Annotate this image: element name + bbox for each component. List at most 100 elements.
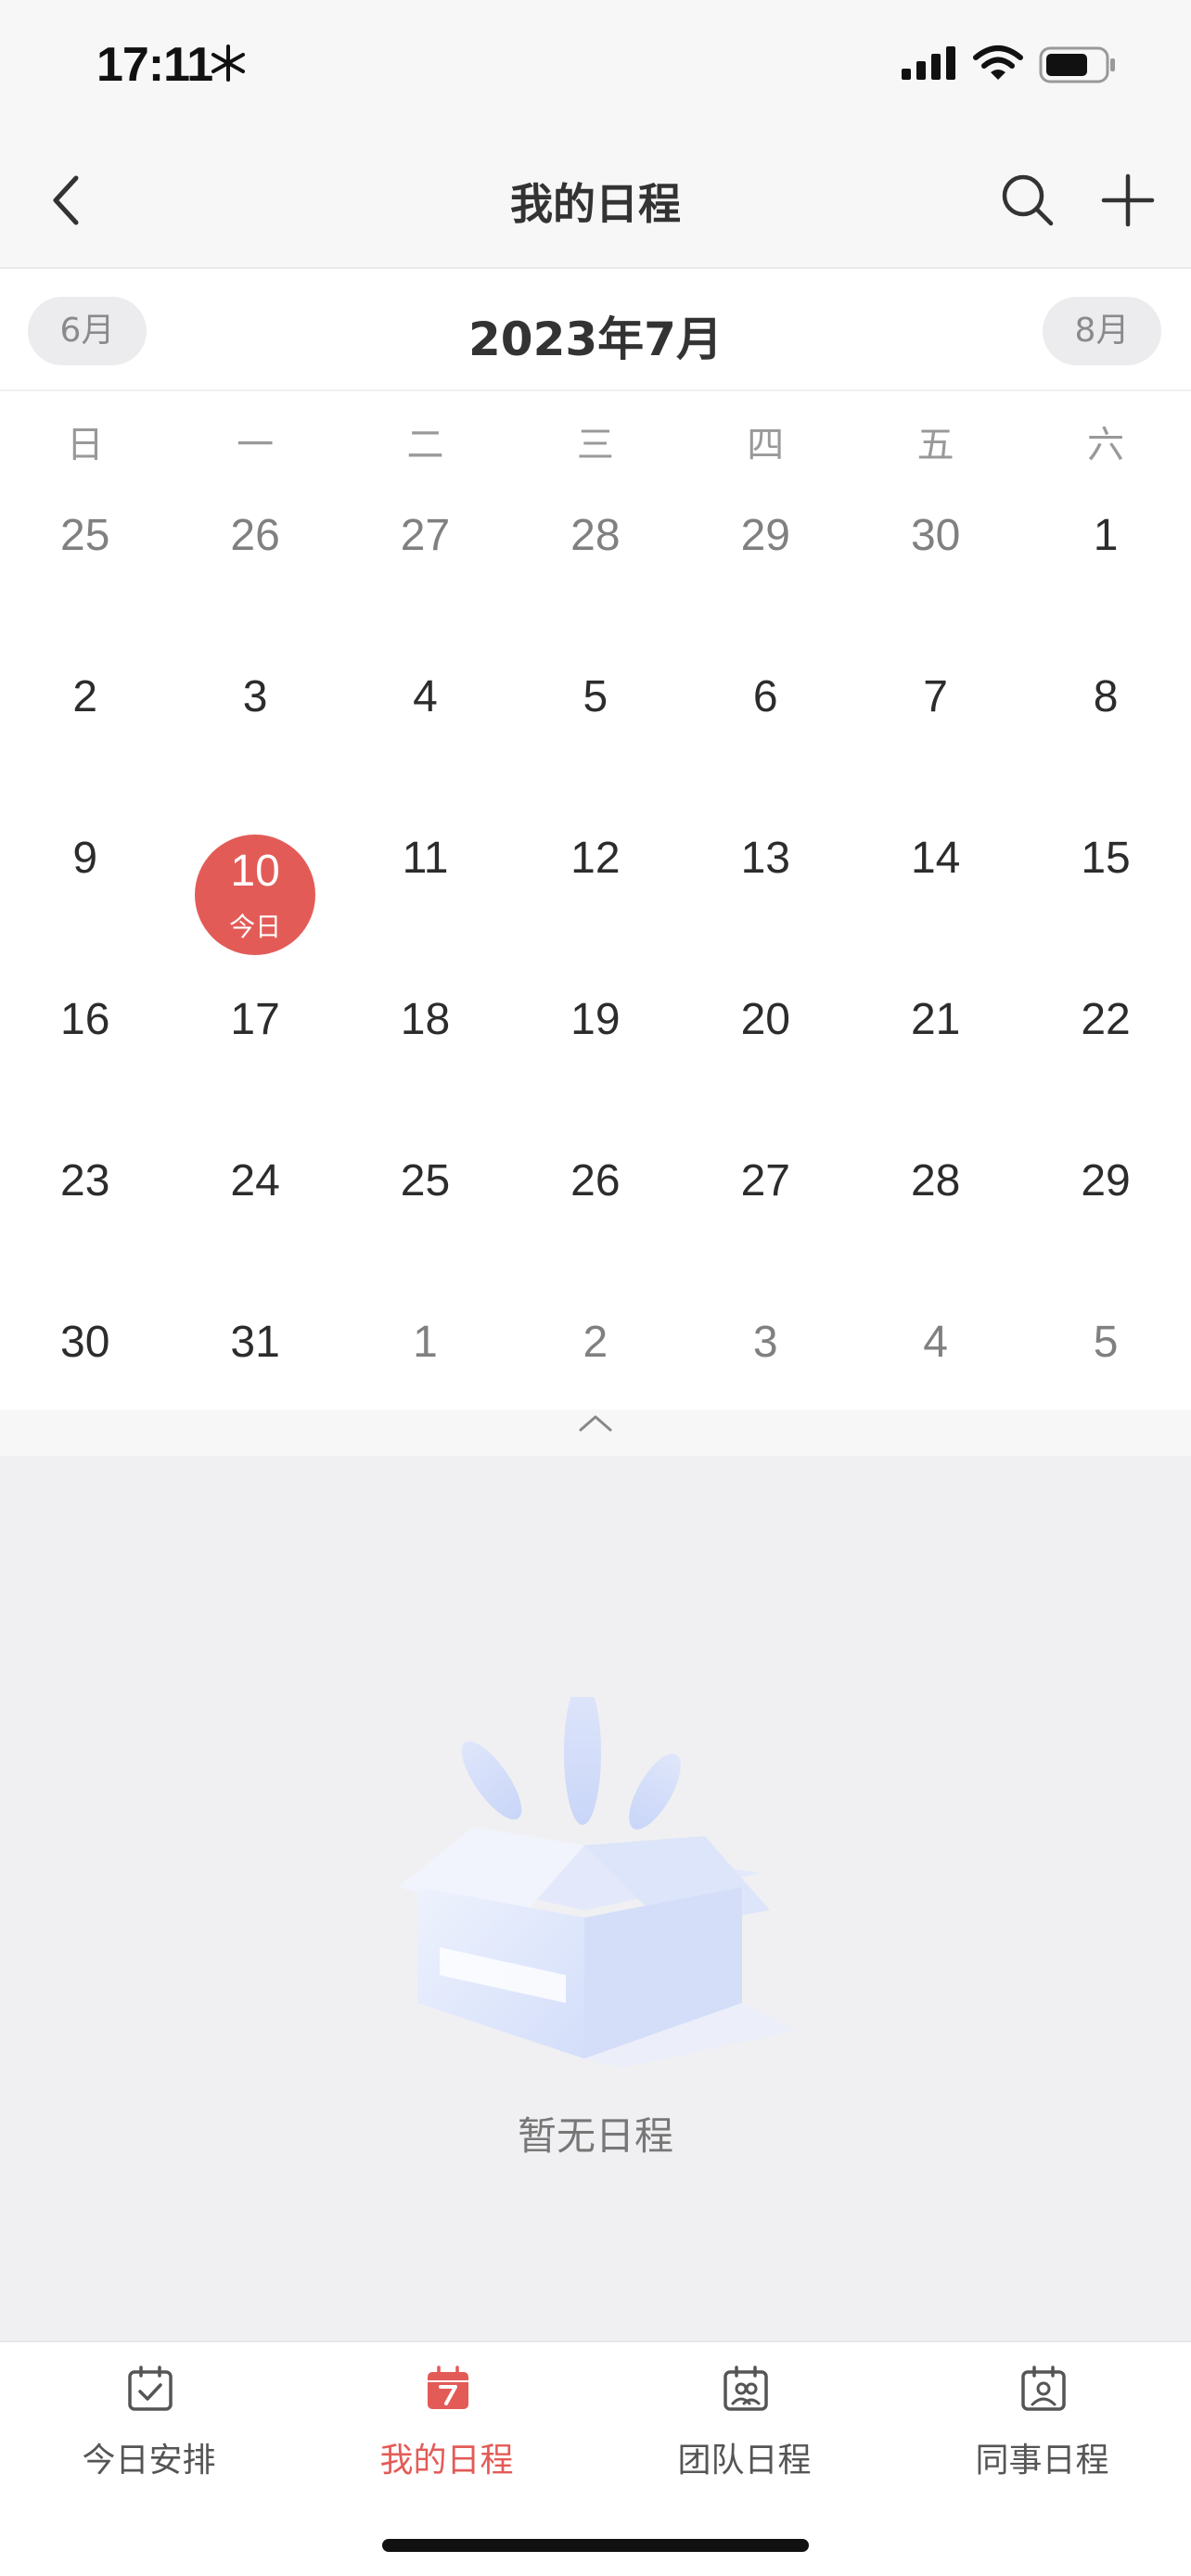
calendar-day[interactable]: 12 [510, 814, 680, 976]
calendar-day[interactable]: 21 [851, 976, 1020, 1137]
calendar-week-row: 2 3 4 5 6 7 8 [0, 653, 1191, 814]
tab-colleague-schedule[interactable]: 同事日程 [893, 2353, 1191, 2483]
month-title: 2023年7月 [468, 312, 723, 366]
calendar-day[interactable]: 7 [851, 653, 1020, 814]
calendar-day[interactable]: 26 [510, 1137, 680, 1298]
day-number: 4 [413, 672, 438, 721]
calendar-day[interactable]: 19 [510, 976, 680, 1137]
day-number: 14 [910, 834, 961, 883]
calendar-day[interactable]: 29 [1020, 1137, 1190, 1298]
calendar-day[interactable]: 26 [170, 491, 339, 653]
day-number: 3 [242, 672, 268, 721]
calendar-day[interactable]: 15 [1020, 814, 1190, 976]
day-number: 27 [740, 1156, 790, 1205]
day-number: 20 [740, 995, 790, 1044]
tab-label: 同事日程 [975, 2442, 1109, 2480]
calendar-week-row: 25 26 27 28 29 30 1 [0, 491, 1191, 653]
battery-icon [1039, 46, 1115, 83]
calendar-day[interactable]: 4 [340, 653, 510, 814]
day-number: 2 [72, 672, 98, 721]
day-number: 28 [910, 1156, 961, 1205]
chevron-up-icon[interactable] [577, 1409, 614, 1437]
day-number: 29 [740, 511, 790, 560]
tab-label: 团队日程 [677, 2442, 812, 2480]
day-number: 24 [230, 1156, 280, 1205]
day-number: 28 [570, 511, 621, 560]
calendar-day[interactable]: 27 [681, 1137, 851, 1298]
calendar-day[interactable]: 5 [510, 653, 680, 814]
day-number: 22 [1081, 995, 1131, 1044]
day-number: 11 [402, 834, 449, 883]
calendar-day[interactable]: 11 [340, 814, 510, 976]
calendar-day[interactable]: 16 [0, 976, 170, 1137]
tab-my-schedule[interactable]: 我的日程 [298, 2353, 596, 2483]
weekday-label: 六 [1087, 424, 1125, 466]
calendar-day[interactable]: 25 [0, 491, 170, 653]
weekday-label: 一 [237, 424, 275, 466]
day-number: 19 [570, 995, 621, 1044]
calendar-person-icon [1021, 2366, 1066, 2411]
calendar-day[interactable]: 29 [681, 491, 851, 653]
calendar-day[interactable]: 27 [340, 491, 510, 653]
status-bar: 17:11 [0, 0, 1191, 139]
tab-label: 我的日程 [379, 2442, 514, 2480]
calendar-day[interactable]: 2 [0, 653, 170, 814]
day-number: 31 [230, 1318, 280, 1367]
day-number: 21 [910, 995, 961, 1044]
calendar-day[interactable]: 17 [170, 976, 339, 1137]
calendar-day[interactable]: 28 [510, 491, 680, 653]
day-number: 10 [230, 847, 280, 896]
calendar-day[interactable]: 20 [681, 976, 851, 1137]
calendar-grid: 25 26 27 28 29 30 1 2 3 4 5 6 7 8 9 10 今日 11 12 13 14 15 16 17 1… [0, 491, 1191, 1460]
nav-bar: 我的日程 [0, 139, 1191, 269]
calendar-week-row: 16 17 18 19 20 21 22 [0, 976, 1191, 1137]
wifi-icon [973, 45, 1023, 80]
day-number: 30 [60, 1318, 110, 1367]
day-number: 1 [413, 1318, 438, 1367]
empty-state-text: 暂无日程 [517, 2113, 673, 2159]
day-number: 13 [740, 834, 790, 883]
collapse-handle[interactable] [0, 1409, 1191, 1456]
tab-team-schedule[interactable]: 团队日程 [596, 2353, 893, 2483]
empty-box-icon [399, 1697, 798, 2068]
tab-today-schedule[interactable]: 今日安排 [0, 2353, 298, 2483]
status-time: 17:11 [96, 38, 213, 92]
calendar-day-today[interactable]: 10 今日 [170, 814, 339, 976]
day-number: 2 [583, 1318, 608, 1367]
day-number: 7 [923, 672, 948, 721]
day-number: 27 [400, 511, 451, 560]
day-number: 25 [400, 1156, 451, 1205]
day-number: 18 [400, 995, 451, 1044]
calendar-day[interactable]: 23 [0, 1137, 170, 1298]
next-month-button[interactable]: 8月 [1043, 297, 1161, 365]
calendar-day[interactable]: 30 [851, 491, 1020, 653]
day-number: 9 [72, 834, 98, 883]
calendar-day[interactable]: 6 [681, 653, 851, 814]
snowflake-icon [211, 45, 245, 82]
empty-state: 暂无日程 [0, 1456, 1191, 2309]
weekday-label: 日 [66, 424, 104, 466]
weekday-label: 二 [406, 424, 444, 466]
calendar-day[interactable]: 3 [170, 653, 339, 814]
day-number: 26 [230, 511, 280, 560]
day-number: 12 [570, 834, 621, 883]
calendar-week-row: 9 10 今日 11 12 13 14 15 [0, 814, 1191, 976]
signal-icon [902, 46, 955, 80]
day-number: 5 [1093, 1318, 1119, 1367]
day-number: 23 [60, 1156, 110, 1205]
calendar-day[interactable]: 1 [1020, 491, 1190, 653]
weekday-label: 四 [747, 424, 785, 466]
calendar-day[interactable]: 13 [681, 814, 851, 976]
calendar-day[interactable]: 9 [0, 814, 170, 976]
calendar-day[interactable]: 14 [851, 814, 1020, 976]
calendar-team-icon [724, 2366, 768, 2411]
search-icon[interactable] [1000, 172, 1054, 226]
calendar-day[interactable]: 18 [340, 976, 510, 1137]
calendar-day[interactable]: 24 [170, 1137, 339, 1298]
calendar-day[interactable]: 22 [1020, 976, 1190, 1137]
calendar-day[interactable]: 25 [340, 1137, 510, 1298]
calendar-day[interactable]: 28 [851, 1137, 1020, 1298]
tab-label: 今日安排 [82, 2442, 216, 2480]
calendar-day[interactable]: 8 [1020, 653, 1190, 814]
add-icon[interactable] [1100, 172, 1156, 228]
